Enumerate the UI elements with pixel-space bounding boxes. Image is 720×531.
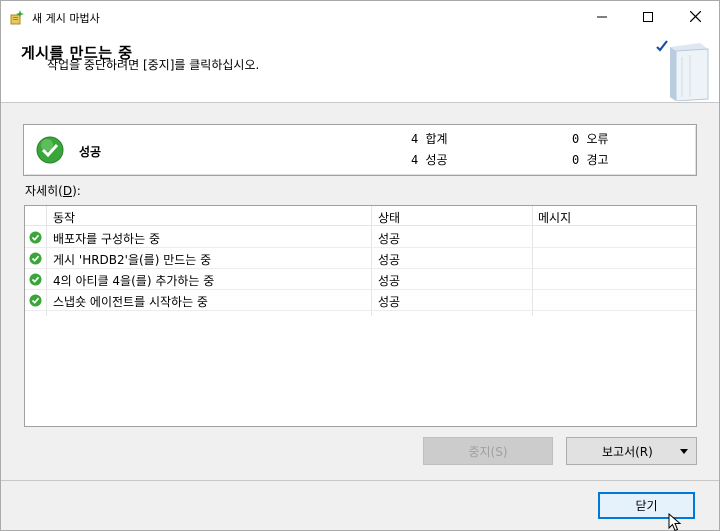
book-check-icon	[656, 40, 709, 101]
row-state: 성공	[378, 232, 401, 246]
mouse-cursor-icon	[668, 513, 682, 531]
grid-header: 동작 상태 메시지	[25, 206, 696, 226]
success-check-icon	[29, 231, 42, 244]
summary-panel: 성공 4 합계 4 성공 0 오류 0 경고	[23, 124, 697, 176]
footer-divider	[1, 480, 719, 481]
wizard-header: 게시를 만드는 중 작업을 중단하려면 [중지]를 클릭하십시오.	[1, 33, 719, 103]
success-check-icon	[36, 136, 64, 164]
close-window-button[interactable]	[672, 1, 718, 32]
dropdown-arrow-icon[interactable]	[680, 449, 688, 454]
row-action: 4의 아티클 4을(를) 추가하는 중	[53, 274, 215, 288]
row-state: 성공	[378, 274, 401, 288]
error-count: 0 오류	[572, 132, 609, 146]
details-label: 자세히(D):	[25, 184, 81, 198]
close-icon	[689, 11, 701, 22]
success-check-icon	[29, 273, 42, 286]
table-row[interactable]: 스냅숏 에이전트를 시작하는 중 성공	[25, 290, 696, 311]
success-count: 4 성공	[411, 153, 448, 167]
row-action: 게시 'HRDB2'을(를) 만드는 중	[53, 253, 212, 267]
row-action: 배포자를 구성하는 중	[53, 232, 160, 246]
success-check-icon	[29, 294, 42, 307]
details-grid[interactable]: 동작 상태 메시지 배포자를 구성하는 중 성공 게시 'HRDB2'을(를) …	[24, 205, 697, 427]
maximize-button[interactable]	[625, 1, 671, 32]
column-header-action[interactable]: 동작	[53, 209, 75, 226]
summary-status: 성공	[79, 145, 102, 159]
maximize-icon	[643, 11, 653, 22]
stop-button[interactable]: 중지(S)	[423, 437, 553, 465]
wizard-icon	[10, 10, 24, 25]
minimize-button[interactable]	[579, 1, 625, 32]
column-header-state[interactable]: 상태	[378, 209, 400, 226]
page-subtitle: 작업을 중단하려면 [중지]를 클릭하십시오.	[47, 58, 260, 72]
report-button[interactable]: 보고서(R)	[566, 437, 697, 465]
total-count: 4 합계	[411, 132, 448, 146]
window-title: 새 게시 마법사	[32, 12, 100, 25]
wizard-window: 새 게시 마법사 게시를 만드는 중 작업을 중단하려면 [중지]를 클릭하십시…	[0, 0, 720, 531]
table-row[interactable]: 게시 'HRDB2'을(를) 만드는 중 성공	[25, 248, 696, 269]
row-action: 스냅숏 에이전트를 시작하는 중	[53, 295, 208, 309]
table-row[interactable]: 4의 아티클 4을(를) 추가하는 중 성공	[25, 269, 696, 290]
minimize-icon	[597, 16, 607, 17]
row-state: 성공	[378, 253, 401, 267]
column-header-message[interactable]: 메시지	[538, 209, 571, 226]
row-state: 성공	[378, 295, 401, 309]
title-bar: 새 게시 마법사	[1, 1, 719, 33]
warning-count: 0 경고	[572, 153, 609, 167]
table-row[interactable]: 배포자를 구성하는 중 성공	[25, 227, 696, 248]
report-button-label: 보고서(R)	[602, 444, 653, 459]
success-check-icon	[29, 252, 42, 265]
